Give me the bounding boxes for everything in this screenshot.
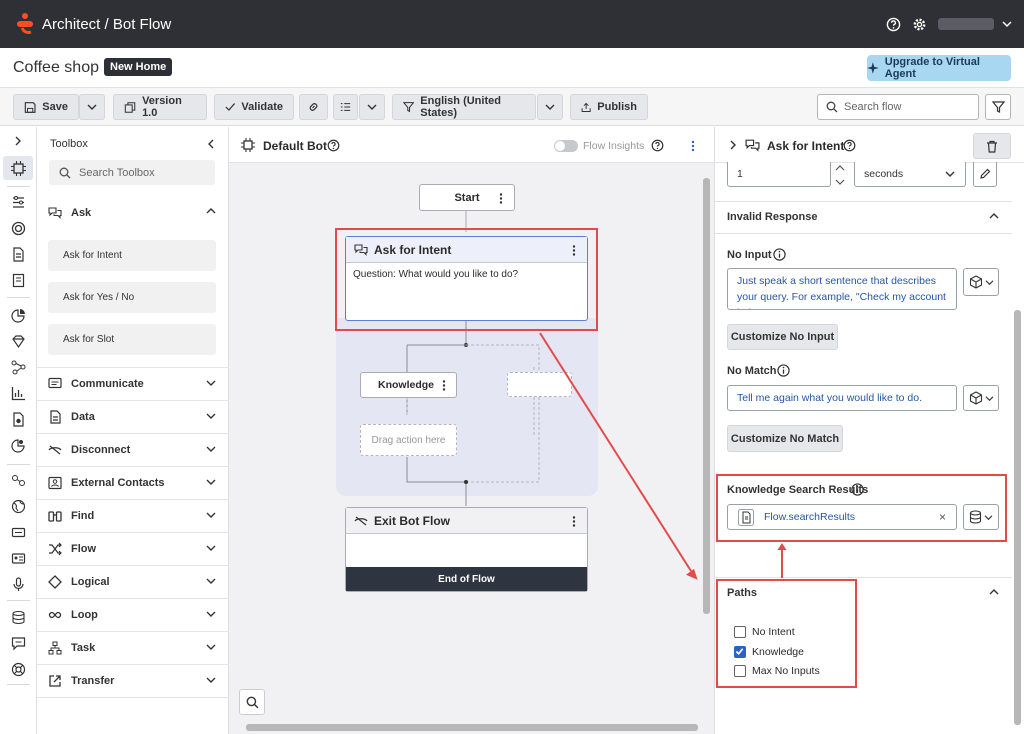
annotation-arrows — [539, 332, 787, 580]
